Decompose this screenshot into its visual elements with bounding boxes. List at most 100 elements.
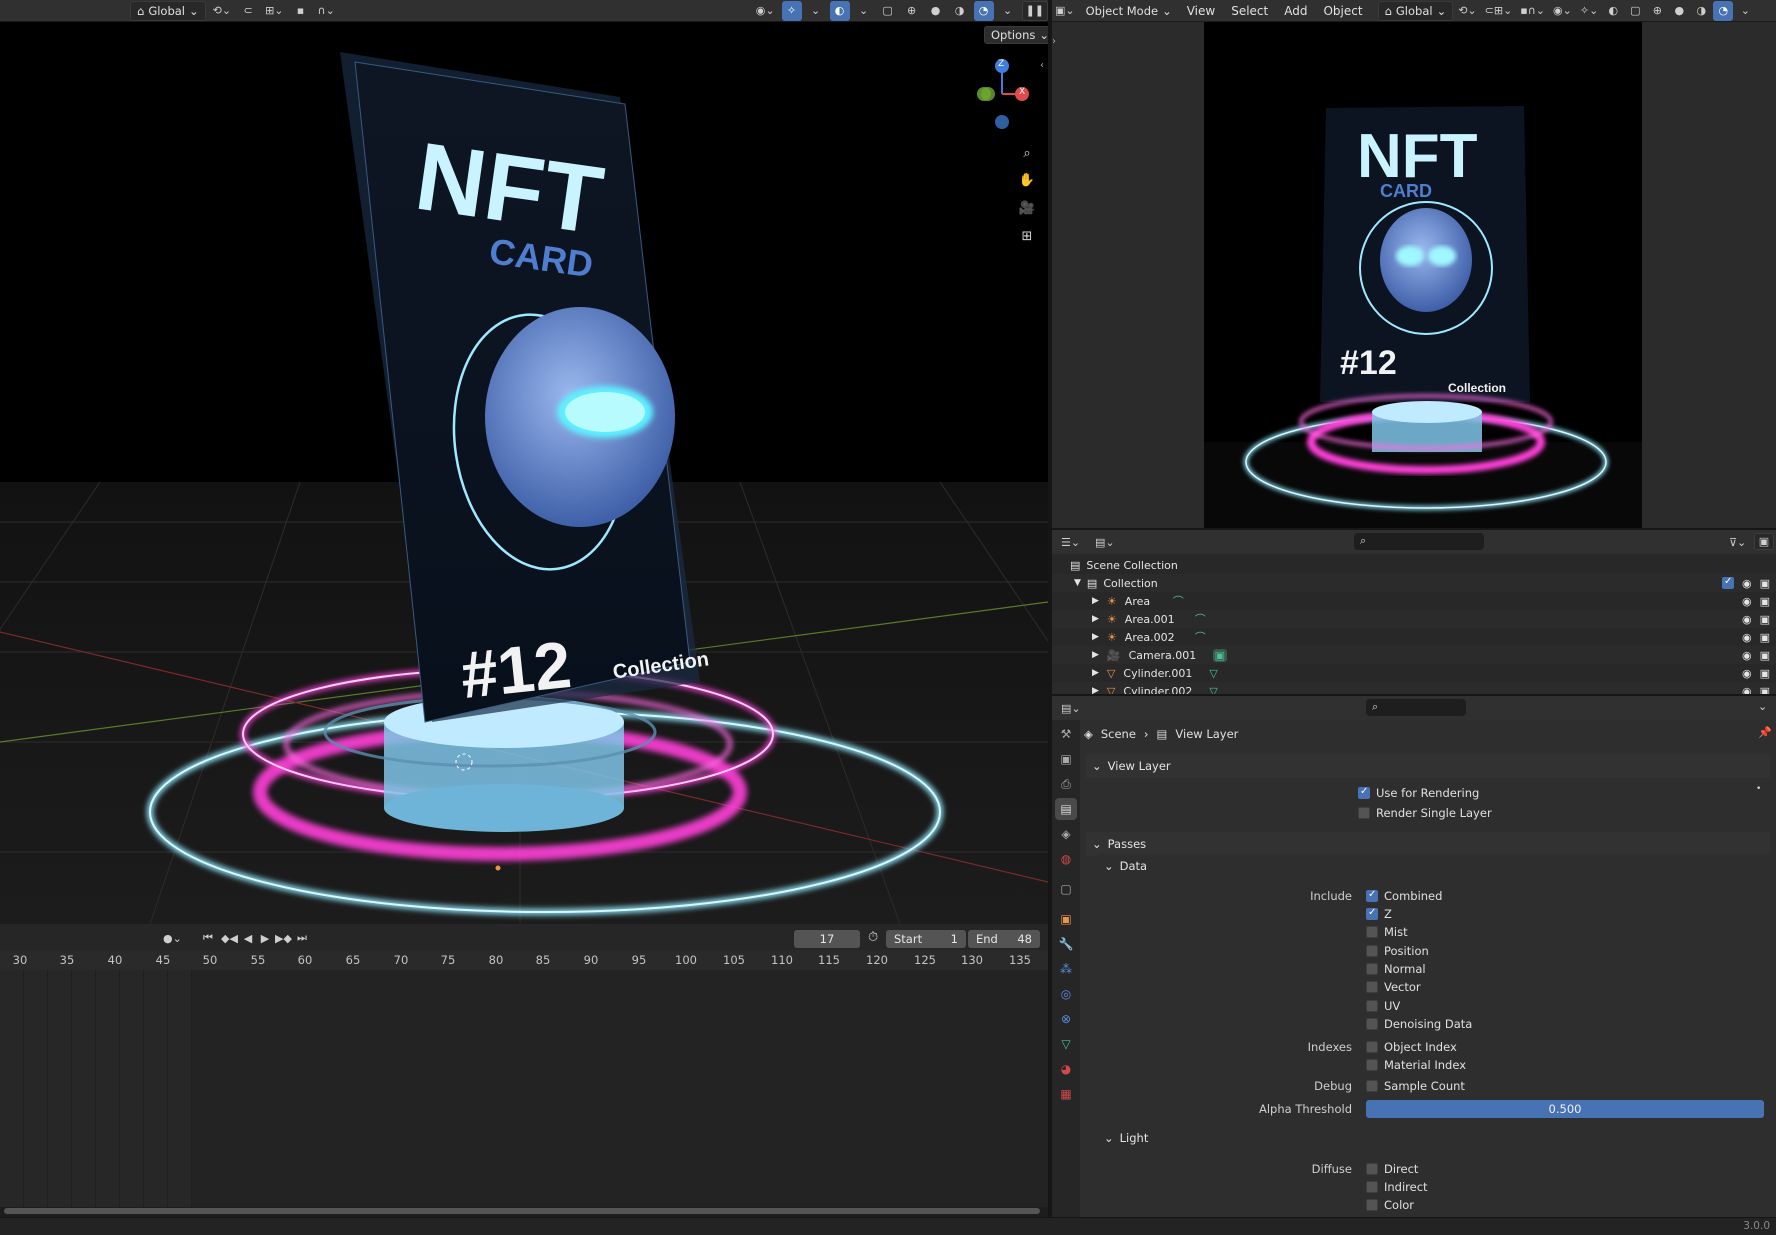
checkbox[interactable]	[1366, 1059, 1378, 1071]
pass-object-index-checkbox[interactable]: Object Index	[1366, 1038, 1457, 1056]
checkbox[interactable]	[1366, 907, 1378, 920]
solid-shading-icon[interactable]: ●	[1669, 1, 1689, 21]
pause-render-icon[interactable]: ❚❚	[1021, 0, 1048, 21]
editor-type-icon[interactable]: ▣⌄	[1052, 1, 1078, 21]
render-tab-icon[interactable]: ▣	[1055, 748, 1077, 770]
checkbox[interactable]	[1366, 1018, 1378, 1030]
material-shading-icon[interactable]: ◑	[1691, 1, 1711, 21]
render-camera-icon[interactable]: ▣	[1760, 577, 1770, 590]
render-camera-icon[interactable]: ▣	[1760, 631, 1770, 644]
material-shading-icon[interactable]: ◑	[950, 1, 970, 21]
properties-editor-type-icon[interactable]: ▤⌄	[1058, 698, 1084, 718]
render-camera-icon[interactable]: ▣	[1760, 649, 1770, 662]
checkbox[interactable]	[1366, 945, 1378, 957]
wireframe-shading-icon[interactable]: ⊕	[902, 1, 922, 21]
pass-mist-checkbox[interactable]: Mist	[1366, 923, 1408, 941]
xray-icon[interactable]: ▢	[1625, 1, 1645, 21]
gizmo-menu-icon[interactable]: ⌄	[806, 1, 826, 21]
filter-icon[interactable]: ⊽⌄	[1726, 532, 1749, 552]
snap-icon[interactable]: ⊂⊞⌄	[1482, 1, 1516, 21]
world-tab-icon[interactable]: ◍	[1055, 848, 1077, 870]
overlay-menu-icon[interactable]: ⌄	[854, 1, 874, 21]
camera-view-icon[interactable]: 🎥	[1016, 197, 1038, 219]
transform-orientation-select-2[interactable]: ⌂ Global ⌄	[1377, 0, 1454, 21]
render-camera-icon[interactable]: ▣	[1760, 595, 1770, 608]
material-tab-icon[interactable]: ◕	[1055, 1058, 1077, 1080]
particles-tab-icon[interactable]: ⁂	[1055, 958, 1077, 980]
checkbox[interactable]	[1366, 963, 1378, 975]
pass-normal-checkbox[interactable]: Normal	[1366, 960, 1426, 978]
menu-view[interactable]: View	[1180, 1, 1222, 21]
tool-tab-icon[interactable]: ⚒	[1055, 723, 1077, 745]
properties-search-input[interactable]: ⌕	[1366, 699, 1466, 716]
jump-start-icon[interactable]: ⏮	[198, 928, 218, 948]
timeline-scrollbar[interactable]	[4, 1208, 1040, 1214]
subpanel-data-header[interactable]: ⌄ Data	[1098, 854, 1770, 878]
checkbox[interactable]	[1366, 1000, 1378, 1012]
collapse-arrow-icon[interactable]: ›	[1052, 36, 1056, 47]
navigation-gizmo[interactable]: Z X	[970, 52, 1040, 132]
pass-sample-count-checkbox[interactable]: Sample Count	[1366, 1077, 1465, 1095]
panel-passes-header[interactable]: ⌄ Passes	[1086, 832, 1770, 856]
pass-vector-checkbox[interactable]: Vector	[1366, 978, 1421, 996]
checkbox[interactable]	[1366, 1199, 1378, 1211]
output-tab-icon[interactable]: ⎙	[1055, 773, 1077, 795]
pin-icon[interactable]: 📌	[1758, 726, 1772, 739]
outliner-row-cylinder-002[interactable]: ▶ ▽ Cylinder.002 ▽ ◉ ▣	[1052, 682, 1776, 694]
jump-end-icon[interactable]: ⏭	[292, 928, 312, 948]
checkbox[interactable]	[1366, 926, 1378, 938]
collapse-arrow-icon[interactable]: ‹	[1040, 60, 1044, 71]
pass-combined-checkbox[interactable]: Combined	[1366, 887, 1442, 905]
checkbox[interactable]	[1366, 1181, 1378, 1193]
render-camera-icon[interactable]: ▣	[1760, 667, 1770, 680]
display-mode-icon[interactable]: ☰⌄	[1058, 532, 1083, 552]
filter-type-icon[interactable]: ▤⌄	[1092, 532, 1118, 552]
proportional-editing-icon[interactable]: ▪	[291, 1, 311, 21]
checkbox[interactable]	[1366, 1080, 1378, 1092]
menu-add[interactable]: Add	[1277, 1, 1314, 21]
eye-icon[interactable]: ◉	[1742, 685, 1752, 695]
render-single-layer-checkbox[interactable]: Render Single Layer	[1358, 804, 1492, 822]
gizmo-toggle-icon[interactable]: ✧⌄	[1577, 1, 1601, 21]
end-frame-field[interactable]: End 48	[968, 930, 1040, 948]
collection-exclude-checkbox[interactable]	[1721, 576, 1734, 589]
shading-menu-icon[interactable]: ⌄	[998, 1, 1018, 21]
mesh-data-tab-icon[interactable]: ▽	[1055, 1033, 1077, 1055]
collection-tab-icon[interactable]: ▢	[1055, 878, 1077, 900]
eye-icon[interactable]: ◉	[1742, 595, 1752, 608]
xray-icon[interactable]: ▢	[878, 1, 898, 21]
disclosure-closed-icon[interactable]: ▶	[1092, 632, 1099, 642]
pivot-point-icon[interactable]: ⟲⌄	[210, 1, 234, 21]
eye-icon[interactable]: ◉	[1742, 649, 1752, 662]
rendered-shading-icon[interactable]: ◔	[973, 0, 994, 21]
scene-tab-icon[interactable]: ◈	[1055, 823, 1077, 845]
subpanel-light-header[interactable]: ⌄ Light	[1098, 1126, 1770, 1150]
perspective-grid-icon[interactable]: ⊞	[1016, 225, 1038, 247]
timeline-area[interactable]	[0, 970, 1048, 1214]
modifier-tab-icon[interactable]: 🔧	[1055, 933, 1077, 955]
menu-object[interactable]: Object	[1316, 1, 1369, 21]
zoom-icon[interactable]: ⌕	[1016, 142, 1038, 164]
outliner-search-input[interactable]: ⌕	[1354, 533, 1484, 550]
checkbox[interactable]	[1366, 889, 1378, 902]
snap-icon[interactable]: ⊂	[238, 1, 258, 21]
pivot-point-icon[interactable]: ⟲⌄	[1455, 1, 1479, 21]
timeline-ruler[interactable]: 30 35 40 45 50 55 60 65 70 75 80 85 90 9…	[0, 950, 1048, 970]
render-camera-icon[interactable]: ▣	[1760, 685, 1770, 695]
checkbox[interactable]	[1358, 786, 1370, 799]
visibility-icon[interactable]: ◉⌄	[1550, 1, 1575, 21]
use-for-rendering-checkbox[interactable]: Use for Rendering	[1358, 784, 1479, 802]
disclosure-closed-icon[interactable]: ▶	[1092, 668, 1099, 678]
transform-orientation-select[interactable]: ⌂ Global ⌄	[130, 0, 206, 21]
disclosure-closed-icon[interactable]: ▶	[1092, 686, 1099, 694]
outliner-row-collection[interactable]: ▼ ▤Collection ◉ ▣	[1052, 574, 1776, 592]
current-frame-field[interactable]: 17	[794, 930, 860, 948]
checkbox[interactable]	[1366, 1163, 1378, 1175]
physics-tab-icon[interactable]: ◎	[1055, 983, 1077, 1005]
eye-icon[interactable]: ◉	[1742, 577, 1752, 590]
shading-menu-icon[interactable]: ⌄	[1735, 1, 1755, 21]
pass-position-checkbox[interactable]: Position	[1366, 942, 1429, 960]
constraints-tab-icon[interactable]: ⊗	[1055, 1008, 1077, 1030]
diffuse-direct-checkbox[interactable]: Direct	[1366, 1160, 1418, 1178]
overlay-toggle-icon[interactable]: ◐	[1603, 1, 1623, 21]
